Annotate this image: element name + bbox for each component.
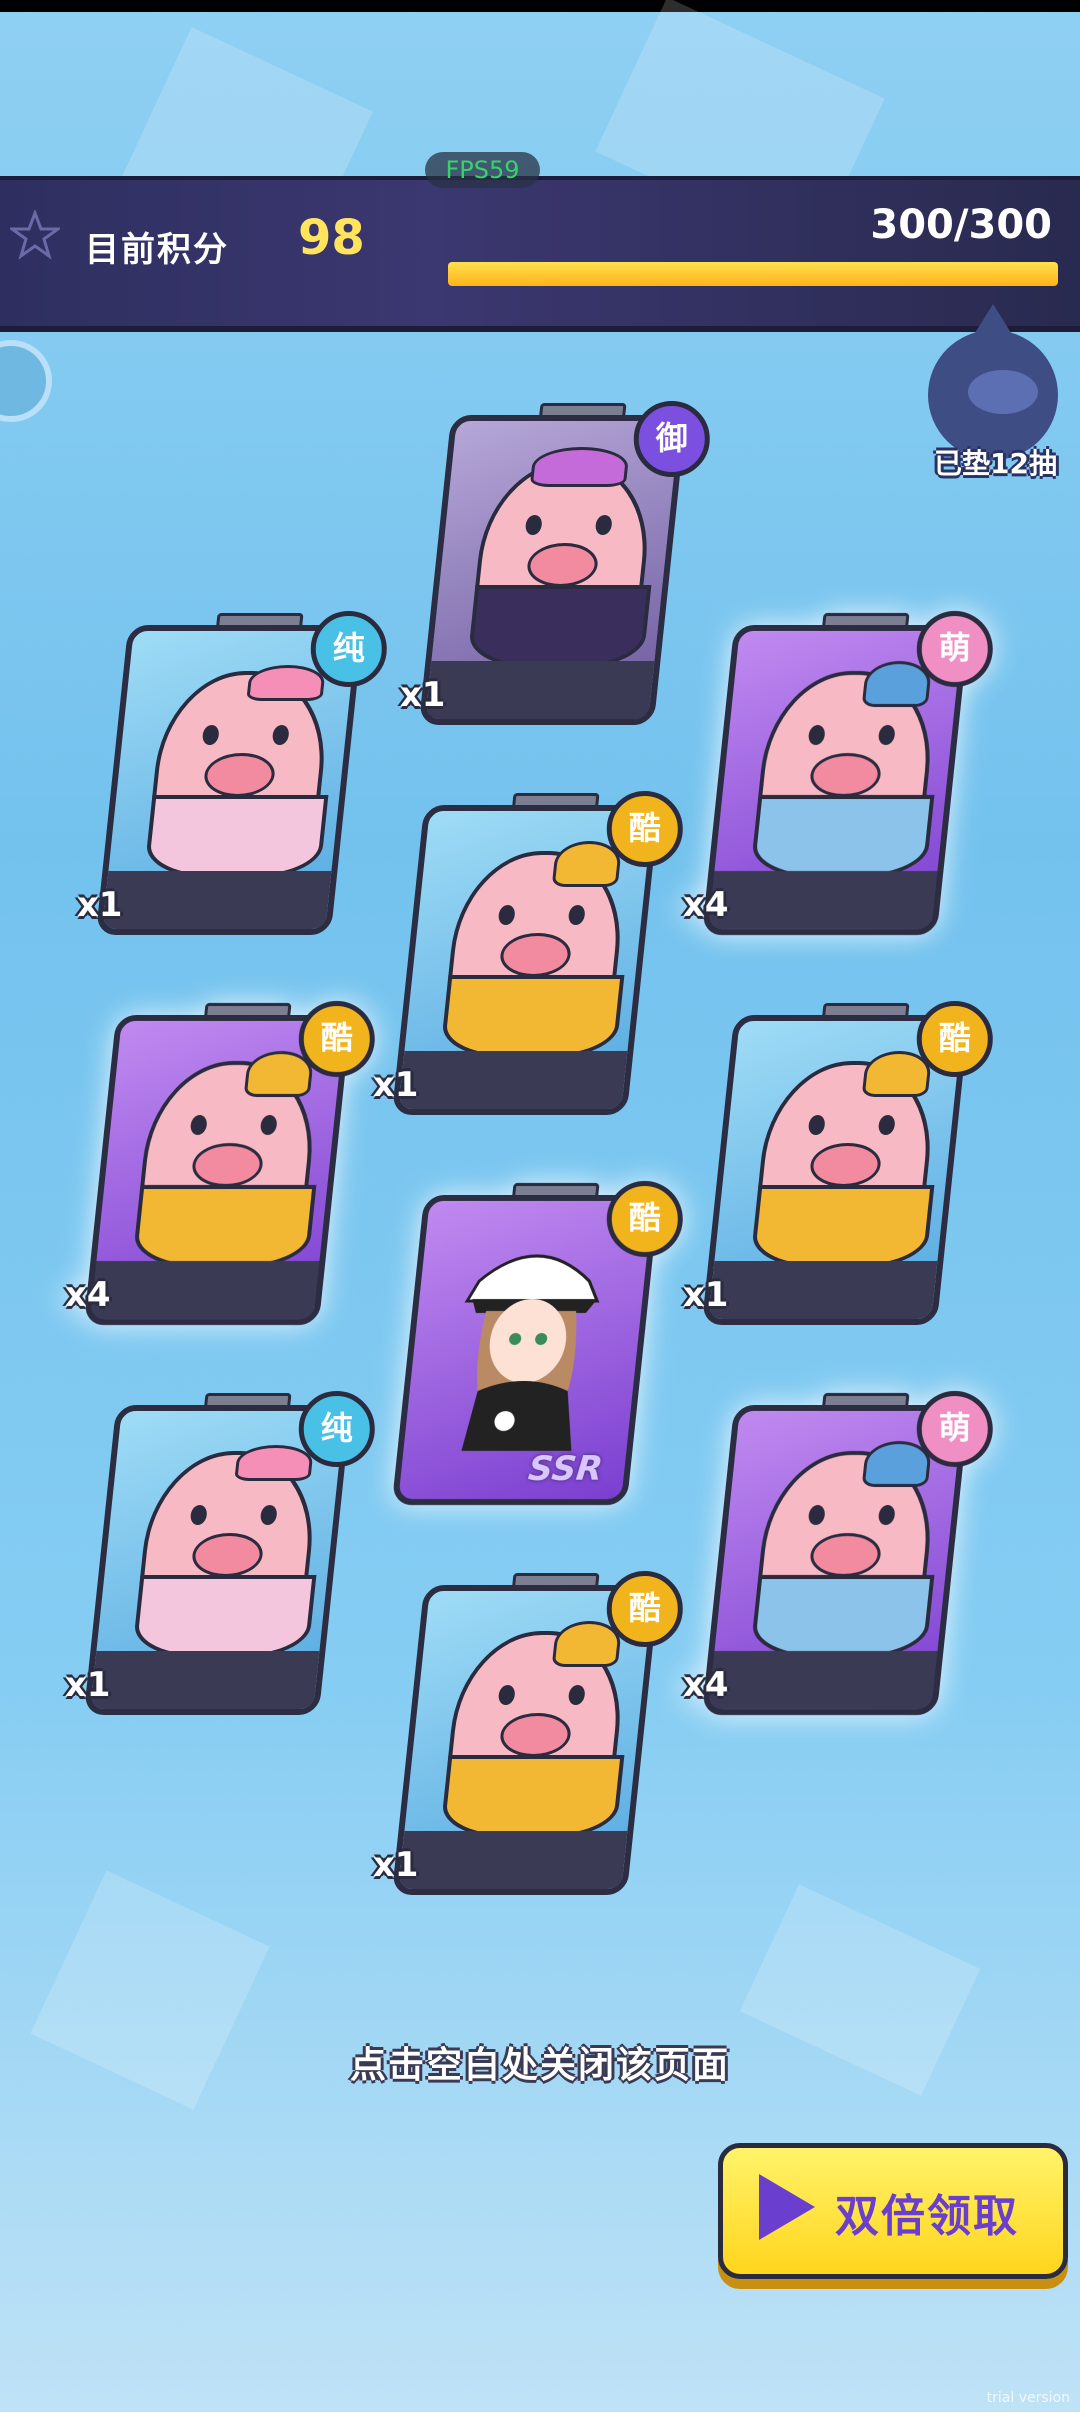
pig-character xyxy=(439,841,630,1059)
quantity-label: x1 xyxy=(76,885,123,925)
pity-pig-icon xyxy=(928,304,1058,460)
close-hint: 点击空白处关闭该页面 xyxy=(349,2045,730,2086)
double-claim-button[interactable]: 双倍领取 xyxy=(718,2143,1068,2279)
score-value: 98 xyxy=(298,210,365,266)
trait-badge: 酷 xyxy=(916,1001,993,1077)
card-footer xyxy=(90,1261,320,1319)
quantity-label: x1 xyxy=(682,1275,729,1315)
pity-counter[interactable]: 已垫12抽 xyxy=(918,304,1068,480)
pig-card[interactable]: 御 x1 xyxy=(400,401,710,725)
card-footer xyxy=(398,1831,628,1889)
double-claim-label: 双倍领取 xyxy=(835,2191,1019,2242)
fps-counter: FPS59 xyxy=(425,152,540,188)
card-footer xyxy=(425,661,655,719)
card-footer xyxy=(708,871,938,929)
pig-character xyxy=(439,1621,630,1839)
progress-bar xyxy=(448,262,1058,286)
trait-badge: 酷 xyxy=(606,791,683,867)
card-footer xyxy=(90,1651,320,1709)
pig-character xyxy=(466,447,657,669)
trait-badge: 酷 xyxy=(606,1181,683,1257)
trait-badge: 萌 xyxy=(916,611,993,687)
card-footer xyxy=(398,1051,628,1109)
quantity-label: x1 xyxy=(372,1065,419,1105)
card-footer xyxy=(708,1651,938,1709)
score-label: 目前积分 xyxy=(85,230,229,270)
trait-badge: 酷 xyxy=(298,1001,375,1077)
pig-card[interactable]: 酷 x1 xyxy=(683,1001,993,1325)
quantity-label: x4 xyxy=(682,885,729,925)
trait-badge: 酷 xyxy=(606,1571,683,1647)
pity-label: 已垫12抽 xyxy=(934,447,1057,480)
pig-character xyxy=(143,665,334,879)
trial-watermark: trial version xyxy=(986,2390,1070,2406)
quantity-label: x4 xyxy=(682,1665,729,1705)
trait-badge: 萌 xyxy=(916,1391,993,1467)
anime-girl-portrait xyxy=(461,1254,600,1451)
status-strip xyxy=(0,0,1080,12)
pig-card[interactable]: 酷 x4 xyxy=(65,1001,375,1325)
pig-character xyxy=(131,1051,322,1269)
quantity-label: x1 xyxy=(399,675,446,715)
progress-fill xyxy=(448,262,1058,286)
quantity-label: x1 xyxy=(64,1665,111,1705)
pig-character xyxy=(749,661,940,879)
pig-card[interactable]: 萌 x4 xyxy=(683,611,993,935)
ssr-label: SSR xyxy=(526,1449,605,1489)
trait-badge: 御 xyxy=(633,401,710,477)
quantity-label: x1 xyxy=(372,1845,419,1885)
play-icon xyxy=(759,2174,815,2240)
pig-character xyxy=(749,1051,940,1269)
ssr-character-card[interactable]: SSR 酷 xyxy=(391,1181,683,1505)
pig-card[interactable]: 酷 x1 xyxy=(373,791,683,1115)
card-footer xyxy=(102,871,332,929)
trait-badge: 纯 xyxy=(298,1391,375,1467)
pig-card[interactable]: 酷 x1 xyxy=(373,1571,683,1895)
pig-card[interactable]: 纯 x1 xyxy=(77,611,387,935)
progress-text: 300/300 xyxy=(870,202,1052,248)
star-icon xyxy=(10,210,60,260)
side-button[interactable] xyxy=(0,340,52,422)
pig-card[interactable]: 纯 x1 xyxy=(65,1391,375,1715)
pig-card[interactable]: 萌 x4 xyxy=(683,1391,993,1715)
pig-character xyxy=(749,1441,940,1659)
quantity-label: x4 xyxy=(64,1275,111,1315)
pig-character xyxy=(131,1445,322,1659)
card-footer xyxy=(708,1261,938,1319)
trait-badge: 纯 xyxy=(310,611,387,687)
